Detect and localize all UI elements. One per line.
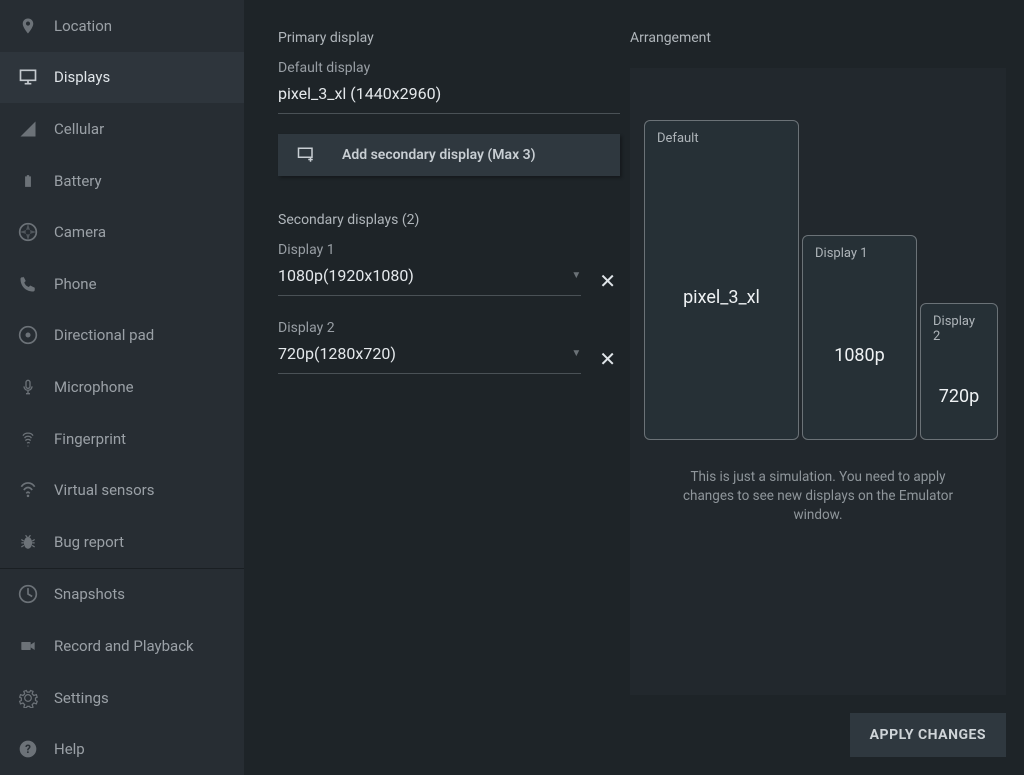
- help-icon: ?: [16, 737, 40, 761]
- sidebar-item-phone[interactable]: Phone: [0, 258, 244, 310]
- sidebar-item-microphone[interactable]: Microphone: [0, 361, 244, 413]
- primary-display-header: Primary display: [278, 30, 620, 46]
- remove-display2-button[interactable]: ✕: [595, 347, 620, 371]
- sidebar-item-label: Settings: [54, 689, 109, 707]
- arrangement-display-label: 1080p: [803, 271, 916, 439]
- sidebar-item-label: Camera: [54, 223, 106, 241]
- sidebar-item-help[interactable]: ? Help: [0, 723, 244, 775]
- sidebar-item-battery[interactable]: Battery: [0, 155, 244, 207]
- display1-value: 1080p(1920x1080): [278, 266, 414, 285]
- sidebar-item-settings[interactable]: Settings: [0, 672, 244, 724]
- chevron-down-icon: ▼: [571, 270, 581, 281]
- arrangement-display-1[interactable]: Display 1 1080p: [802, 235, 917, 440]
- arrangement-display-title: Display 1: [803, 236, 916, 271]
- sidebar-item-label: Microphone: [54, 378, 134, 396]
- display2-label: Display 2: [278, 320, 620, 336]
- sidebar-item-label: Displays: [54, 68, 110, 86]
- sidebar-item-fingerprint[interactable]: Fingerprint: [0, 413, 244, 465]
- display1-label: Display 1: [278, 242, 620, 258]
- arrangement-header: Arrangement: [630, 30, 1006, 46]
- display1-select[interactable]: 1080p(1920x1080) ▼: [278, 266, 581, 296]
- sidebar-item-displays[interactable]: Displays: [0, 52, 244, 104]
- sidebar-item-label: Battery: [54, 172, 102, 190]
- apply-row: APPLY CHANGES: [630, 713, 1006, 757]
- sidebar-item-sensors[interactable]: Virtual sensors: [0, 464, 244, 516]
- sensors-icon: [16, 478, 40, 502]
- displays-icon: [16, 65, 40, 89]
- sidebar-item-label: Fingerprint: [54, 430, 126, 448]
- svg-text:?: ?: [25, 742, 31, 756]
- fingerprint-icon: [16, 427, 40, 451]
- location-icon: [16, 14, 40, 38]
- sidebar-item-camera[interactable]: Camera: [0, 206, 244, 258]
- sidebar-item-location[interactable]: Location: [0, 0, 244, 52]
- display2-select[interactable]: 720p(1280x720) ▼: [278, 344, 581, 374]
- simulation-note: This is just a simulation. You need to a…: [644, 468, 992, 525]
- sidebar-item-label: Help: [54, 740, 85, 758]
- display2-value: 720p(1280x720): [278, 344, 396, 363]
- display2-row: 720p(1280x720) ▼ ✕: [278, 344, 620, 374]
- record-icon: [16, 634, 40, 658]
- arrangement-display-label: 720p: [921, 354, 997, 439]
- sidebar-item-cellular[interactable]: Cellular: [0, 103, 244, 155]
- arrangement-display-label: pixel_3_xl: [645, 156, 798, 439]
- microphone-icon: [16, 375, 40, 399]
- add-display-label: Add secondary display (Max 3): [342, 147, 536, 163]
- sidebar-item-label: Record and Playback: [54, 637, 194, 655]
- sidebar-item-label: Directional pad: [54, 326, 154, 344]
- arrangement-canvas: Default pixel_3_xl Display 1 1080p Displ…: [644, 88, 992, 468]
- arrangement-display-default[interactable]: Default pixel_3_xl: [644, 120, 799, 440]
- right-panel: Arrangement Default pixel_3_xl Display 1…: [630, 30, 1006, 757]
- apply-changes-button[interactable]: APPLY CHANGES: [850, 713, 1006, 757]
- sidebar-item-label: Location: [54, 17, 112, 35]
- arrangement-display-title: Default: [645, 121, 798, 156]
- default-display-value: pixel_3_xl (1440x2960): [278, 84, 620, 114]
- secondary-displays-header: Secondary displays (2): [278, 212, 620, 228]
- arrangement-box: Default pixel_3_xl Display 1 1080p Displ…: [630, 68, 1006, 695]
- add-display-icon: [296, 146, 316, 164]
- chevron-down-icon: ▼: [571, 348, 581, 359]
- default-display-label: Default display: [278, 60, 620, 76]
- camera-icon: [16, 220, 40, 244]
- display1-row: 1080p(1920x1080) ▼ ✕: [278, 266, 620, 296]
- sidebar-item-label: Phone: [54, 275, 97, 293]
- main-panel: Primary display Default display pixel_3_…: [244, 0, 1024, 775]
- sidebar-item-label: Virtual sensors: [54, 481, 154, 499]
- remove-display1-button[interactable]: ✕: [595, 269, 620, 293]
- add-secondary-display-button[interactable]: Add secondary display (Max 3): [278, 134, 620, 176]
- arrangement-display-2[interactable]: Display 2 720p: [920, 303, 998, 440]
- sidebar-item-dpad[interactable]: Directional pad: [0, 310, 244, 362]
- snapshots-icon: [16, 582, 40, 606]
- phone-icon: [16, 272, 40, 296]
- sidebar-item-label: Snapshots: [54, 585, 125, 603]
- battery-icon: [16, 169, 40, 193]
- gear-icon: [16, 686, 40, 710]
- sidebar: Location Displays Cellular Battery Camer…: [0, 0, 244, 775]
- sidebar-item-label: Bug report: [54, 533, 124, 551]
- bug-icon: [16, 530, 40, 554]
- sidebar-item-snapshots[interactable]: Snapshots: [0, 569, 244, 621]
- cellular-icon: [16, 117, 40, 141]
- dpad-icon: [16, 323, 40, 347]
- sidebar-item-label: Cellular: [54, 120, 104, 138]
- left-panel: Primary display Default display pixel_3_…: [278, 30, 620, 757]
- sidebar-item-bugreport[interactable]: Bug report: [0, 516, 244, 568]
- sidebar-item-record[interactable]: Record and Playback: [0, 620, 244, 672]
- arrangement-display-title: Display 2: [921, 304, 997, 354]
